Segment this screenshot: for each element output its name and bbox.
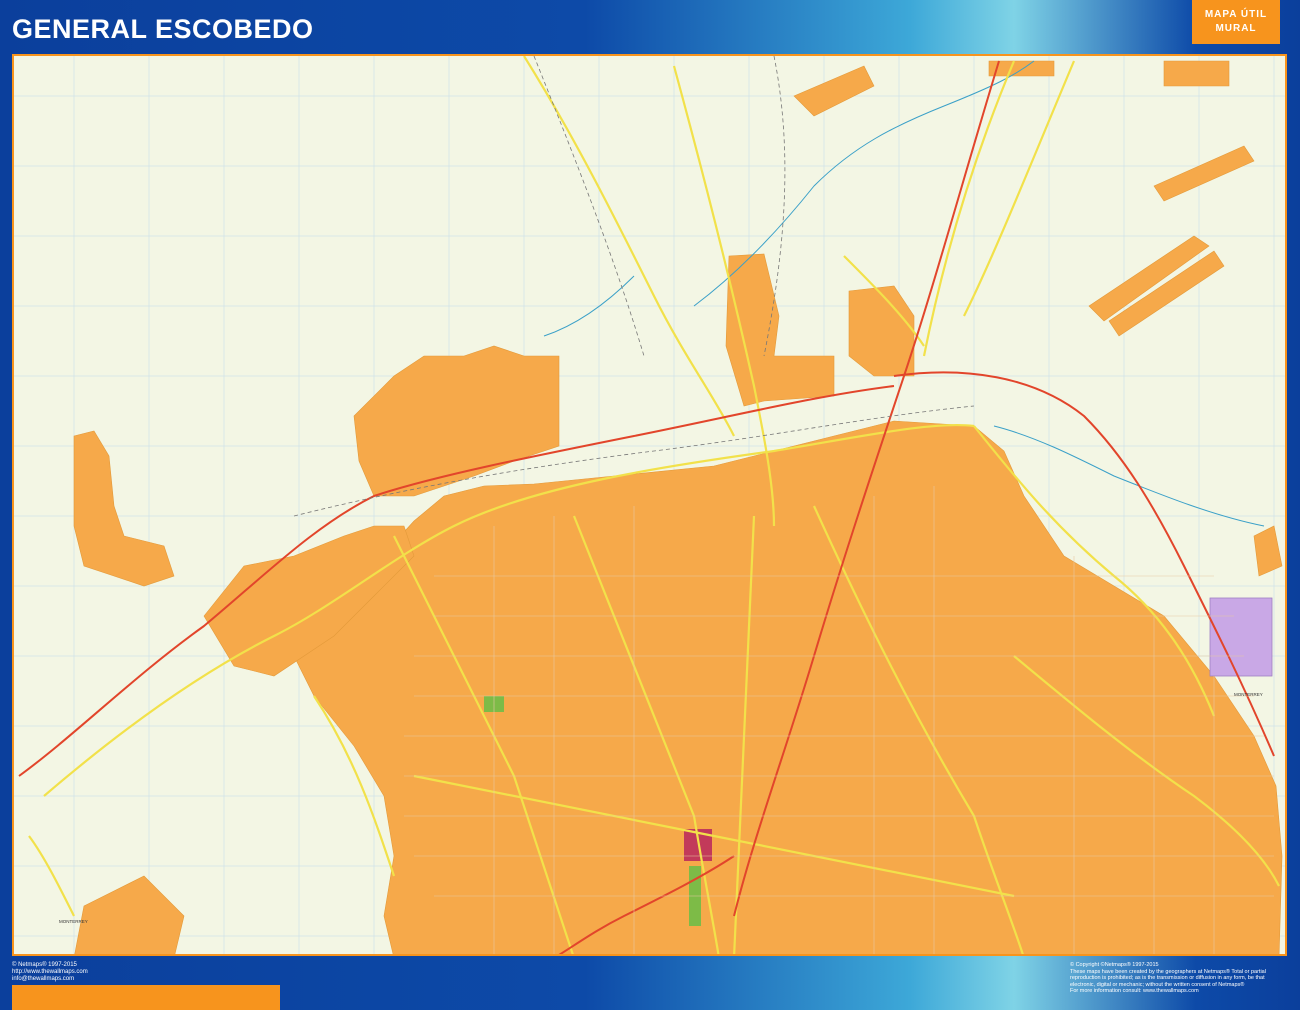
footer-credits: © Netmaps® 1997-2015 http://www.thewallm… <box>12 962 88 983</box>
footer-link-email[interactable]: info@thewallmaps.com <box>12 976 88 983</box>
copyright-line: reproduction is prohibited; as is the tr… <box>1070 975 1265 982</box>
urban-area <box>73 60 1283 954</box>
label-monterrey-south: MONTERREY <box>59 919 88 924</box>
copyright-line: These maps have been created by the geog… <box>1070 968 1266 975</box>
footer-link-website[interactable]: http://www.thewallmaps.com <box>12 969 88 976</box>
footer-accent-bar <box>12 985 280 1010</box>
map-title: GENERAL ESCOBEDO <box>12 14 314 44</box>
map-canvas[interactable]: MONTERREY MONTERREY <box>14 56 1287 956</box>
copyright-line: For more information consult: www.thewal… <box>1070 988 1199 995</box>
copyright-line: electronic, digital or mechanic; without… <box>1070 981 1245 988</box>
copyright-line: © Copyright ©Netmaps® 1997-2015 <box>1070 962 1159 968</box>
label-monterrey-east: MONTERREY <box>1234 692 1263 697</box>
footer-line: © Netmaps® 1997-2015 <box>12 962 77 968</box>
brand-line-2: MURAL <box>1215 23 1257 34</box>
brand-badge[interactable]: MAPA ÚTIL MURAL <box>1192 0 1280 44</box>
copyright-notice: © Copyright ©Netmaps® 1997-2015 These ma… <box>1070 962 1292 995</box>
brand-line-1: MAPA ÚTIL <box>1204 9 1268 20</box>
street-map[interactable]: MONTERREY MONTERREY <box>12 54 1287 956</box>
